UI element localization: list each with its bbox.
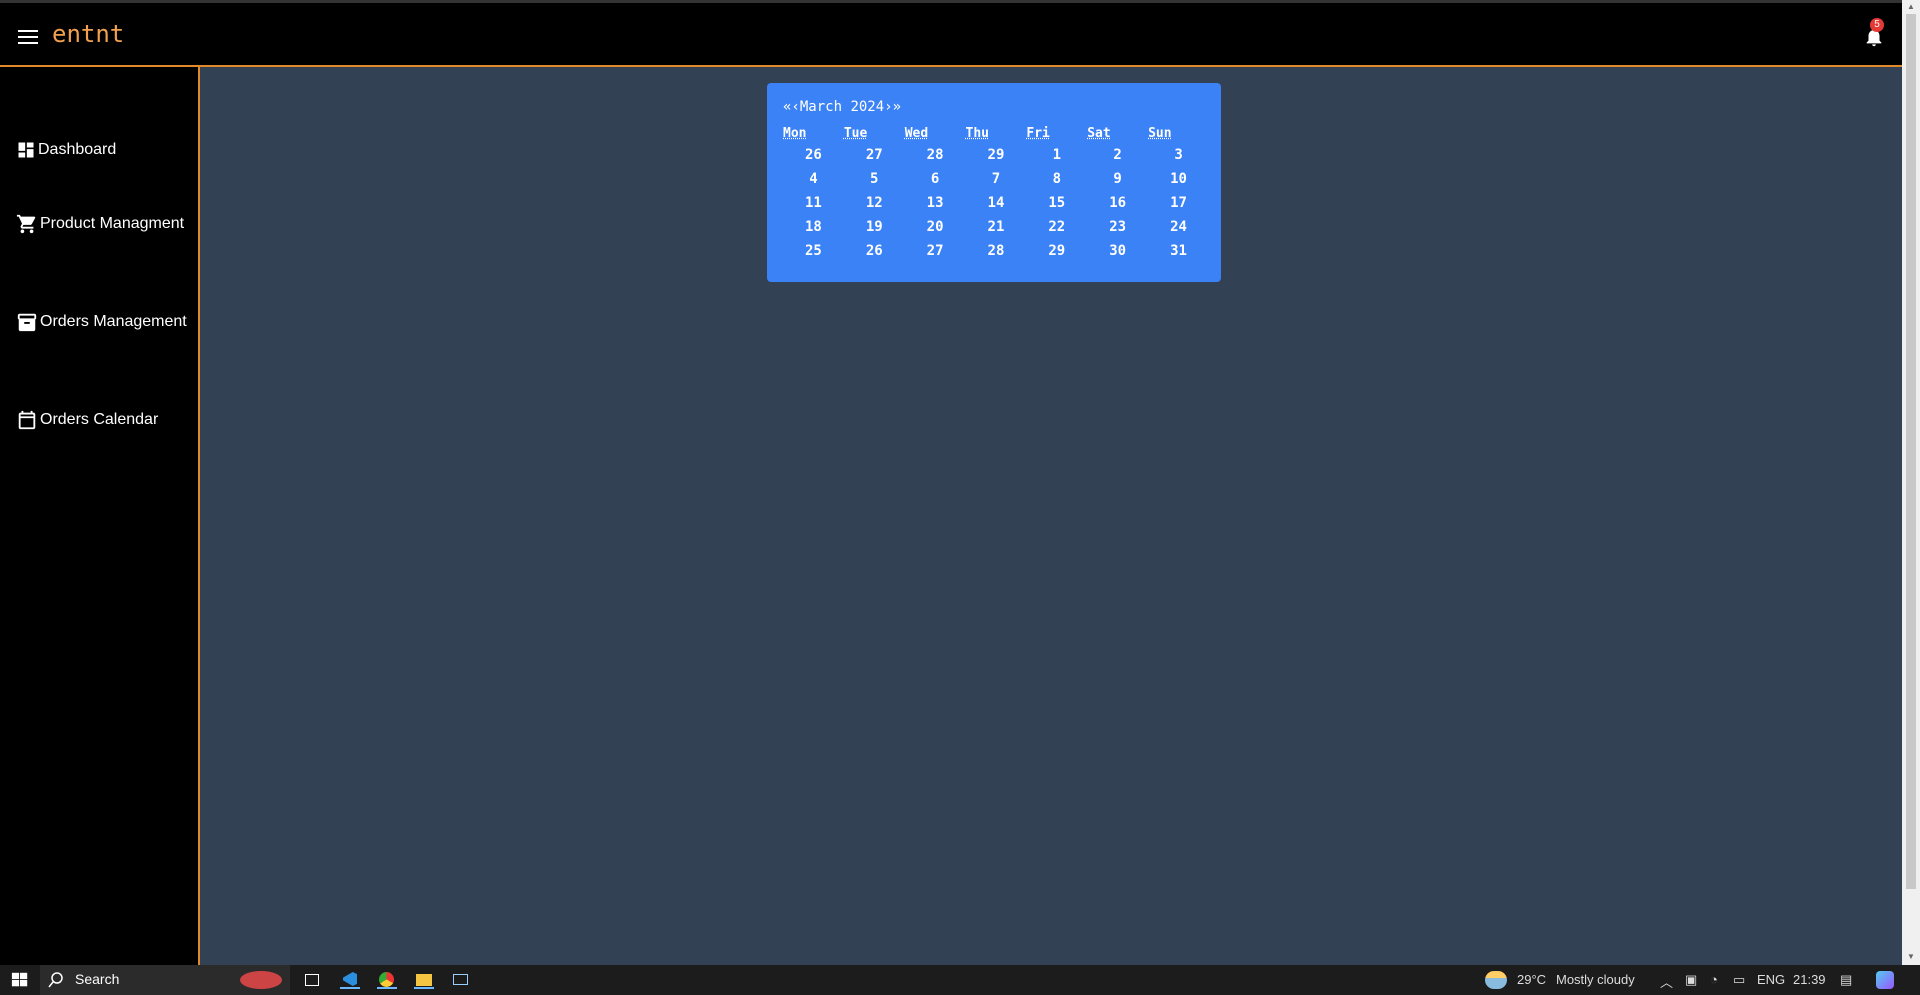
notification-center-icon[interactable]: ▤ xyxy=(1840,972,1852,988)
calendar-day[interactable]: 15 xyxy=(1026,191,1087,215)
language-indicator[interactable]: ENG xyxy=(1757,972,1785,987)
calendar-day[interactable]: 5 xyxy=(844,167,905,191)
calendar-day[interactable]: 21 xyxy=(966,215,1027,239)
calendar-day[interactable]: 4 xyxy=(783,167,844,191)
calendar-day[interactable]: 26 xyxy=(844,239,905,263)
meet-now-icon[interactable]: ▣ xyxy=(1685,972,1697,988)
calendar-day[interactable]: 27 xyxy=(844,143,905,167)
weekday-header: Mon xyxy=(783,125,807,141)
clock[interactable]: 21:39 xyxy=(1793,972,1826,987)
chrome-icon[interactable] xyxy=(377,971,397,989)
sidebar: Dashboard Product Managment Orders Manag… xyxy=(0,67,200,965)
search-icon xyxy=(48,972,63,988)
calendar-week-row: 25 26 27 28 29 30 31 xyxy=(783,239,1209,263)
calendar-day[interactable]: 22 xyxy=(1026,215,1087,239)
calendar-day[interactable]: 16 xyxy=(1087,191,1148,215)
dashboard-icon xyxy=(18,142,34,158)
calendar-day[interactable]: 8 xyxy=(1026,167,1087,191)
weather-icon[interactable] xyxy=(1485,971,1507,989)
weather-temperature[interactable]: 29°C xyxy=(1517,972,1546,987)
weekday-header: Sat xyxy=(1087,125,1111,141)
sidebar-item-orders-calendar[interactable]: Orders Calendar xyxy=(16,407,191,433)
calendar-day[interactable]: 18 xyxy=(783,215,844,239)
sidebar-item-dashboard[interactable]: Dashboard xyxy=(16,137,191,163)
calendar-week-row: 26 27 28 29 1 2 3 xyxy=(783,143,1209,167)
calendar-day[interactable]: 2 xyxy=(1087,143,1148,167)
calendar-navigation: «‹March 2024›» xyxy=(783,99,1205,115)
calendar-day[interactable]: 9 xyxy=(1087,167,1148,191)
calendar-day[interactable]: 1 xyxy=(1026,143,1087,167)
search-label: Search xyxy=(75,971,120,987)
calendar-day[interactable]: 23 xyxy=(1087,215,1148,239)
wifi-icon[interactable]: ◔ xyxy=(1710,972,1718,987)
calendar-day[interactable]: 25 xyxy=(783,239,844,263)
vscode-icon[interactable] xyxy=(340,971,360,989)
sidebar-item-label: Dashboard xyxy=(38,141,117,158)
menu-icon[interactable] xyxy=(18,30,38,44)
calendar-day[interactable]: 19 xyxy=(844,215,905,239)
weekday-header: Fri xyxy=(1026,125,1050,141)
notification-badge: 5 xyxy=(1870,18,1884,32)
calendar-day[interactable]: 24 xyxy=(1148,215,1209,239)
calendar-day[interactable]: 12 xyxy=(844,191,905,215)
main-content: «‹March 2024›» Mon Tue Wed Thu Fri Sat Sun 26 2… xyxy=(200,67,1902,965)
calendar-day[interactable]: 6 xyxy=(905,167,966,191)
calendar-day[interactable]: 28 xyxy=(905,143,966,167)
calendar-day[interactable]: 11 xyxy=(783,191,844,215)
sidebar-item-orders-management[interactable]: Orders Management xyxy=(16,309,191,335)
weekday-header: Tue xyxy=(843,125,868,141)
scroll-down-icon[interactable]: ▼ xyxy=(1907,952,1915,961)
calendar-day[interactable]: 30 xyxy=(1087,239,1148,263)
cart-icon xyxy=(16,214,36,233)
calendar-week-row: 11 12 13 14 15 16 17 xyxy=(783,191,1209,215)
calendar-day[interactable]: 13 xyxy=(905,191,966,215)
weather-description[interactable]: Mostly cloudy xyxy=(1556,972,1635,987)
taskbar-search[interactable]: Search xyxy=(40,965,290,995)
scroll-thumb[interactable] xyxy=(1906,14,1916,889)
task-view-icon[interactable] xyxy=(302,971,322,989)
weekday-header: Wed xyxy=(904,125,929,141)
calendar-day[interactable]: 7 xyxy=(966,167,1027,191)
calendar-day[interactable]: 27 xyxy=(905,239,966,263)
sidebar-item-label: Product Managment xyxy=(40,215,185,232)
calendar-day[interactable]: 17 xyxy=(1148,191,1209,215)
calendar-day[interactable]: 28 xyxy=(966,239,1027,263)
remote-desktop-icon[interactable] xyxy=(451,971,471,989)
calendar-week-row: 18 19 20 21 22 23 24 xyxy=(783,215,1209,239)
chevron-up-icon[interactable]: ︿ xyxy=(1660,972,1673,991)
sidebar-item-label: Orders Calendar xyxy=(40,411,159,428)
file-explorer-icon[interactable] xyxy=(414,971,434,989)
calendar-day[interactable]: 29 xyxy=(966,143,1027,167)
archive-icon xyxy=(17,313,37,331)
orders-calendar: «‹March 2024›» Mon Tue Wed Thu Fri Sat Sun 26 2… xyxy=(767,83,1221,282)
battery-icon[interactable]: ▭ xyxy=(1733,972,1745,988)
calendar-day[interactable]: 10 xyxy=(1148,167,1209,191)
calendar-day[interactable]: 14 xyxy=(966,191,1027,215)
calendar-icon xyxy=(18,410,36,429)
calendar-day[interactable]: 26 xyxy=(783,143,844,167)
sidebar-item-label: Orders Management xyxy=(40,313,187,330)
taskbar: Search 29°C Mostly cloudy ︿ ▣ ◔ ▭ ENG 21… xyxy=(0,965,1920,995)
weekday-header: Thu xyxy=(965,125,990,141)
calendar-day[interactable]: 29 xyxy=(1026,239,1087,263)
next-year-button[interactable]: » xyxy=(893,99,901,115)
scroll-up-icon[interactable]: ▲ xyxy=(1907,2,1915,11)
app-header: entnt 5 xyxy=(0,0,1902,67)
calendar-day[interactable]: 3 xyxy=(1148,143,1209,167)
vertical-scrollbar[interactable]: ▲ ▼ xyxy=(1902,0,1920,965)
next-month-button[interactable]: › xyxy=(884,99,892,115)
month-label[interactable]: March 2024 xyxy=(800,99,884,115)
calendar-grid: Mon Tue Wed Thu Fri Sat Sun 26 27 28 29 1 2 3 4 5 6 7 8 9 1… xyxy=(783,123,1209,263)
sidebar-item-product-management[interactable]: Product Managment xyxy=(16,211,191,237)
copilot-icon[interactable] xyxy=(1876,971,1894,989)
weekday-header: Sun xyxy=(1148,125,1172,141)
calendar-day[interactable]: 31 xyxy=(1148,239,1209,263)
calendar-week-row: 4 5 6 7 8 9 10 xyxy=(783,167,1209,191)
calendar-day[interactable]: 20 xyxy=(905,215,966,239)
app-logo[interactable]: entnt xyxy=(52,20,124,48)
prev-month-button[interactable]: ‹ xyxy=(791,99,799,115)
search-highlight-icon xyxy=(240,971,282,989)
windows-start-icon[interactable] xyxy=(10,971,30,989)
